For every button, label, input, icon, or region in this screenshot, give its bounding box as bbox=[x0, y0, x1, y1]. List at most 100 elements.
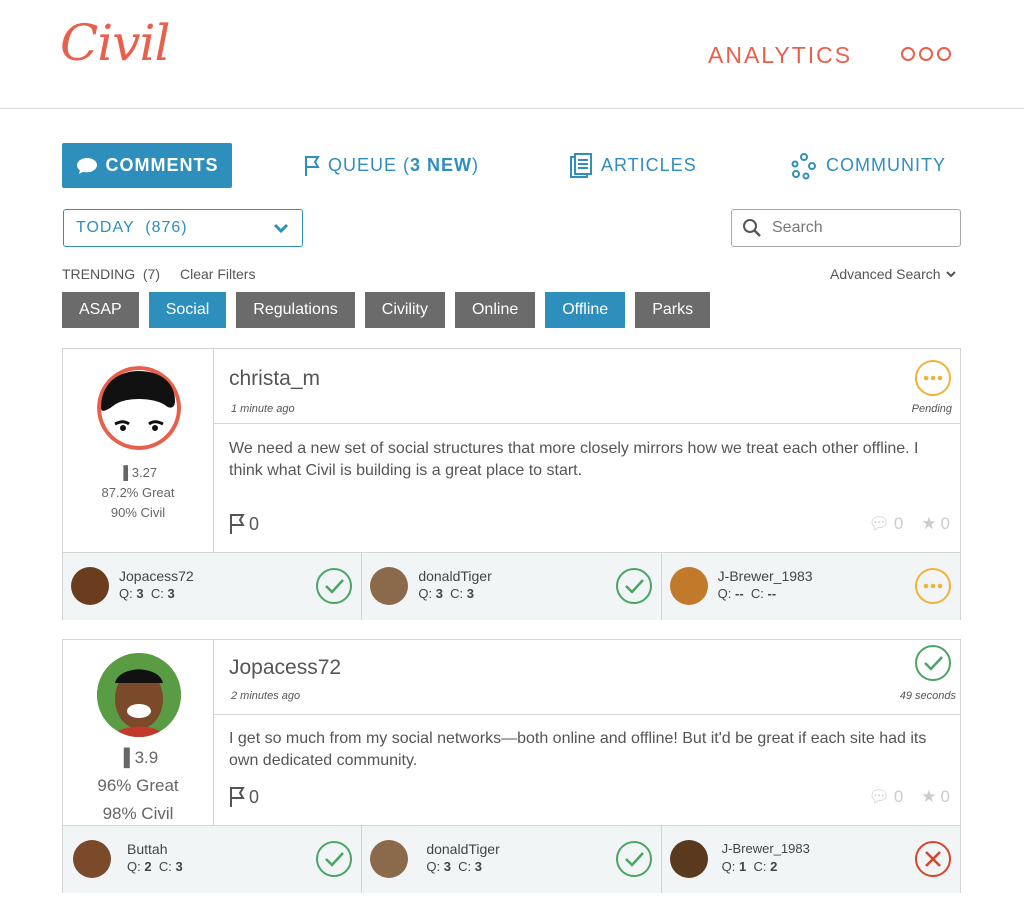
flag-icon bbox=[305, 155, 320, 176]
reviewer-scores: Q: 3 C: 3 bbox=[426, 859, 483, 874]
avatar[interactable] bbox=[97, 653, 181, 737]
approved-check-icon[interactable] bbox=[914, 644, 952, 687]
search-icon bbox=[743, 219, 761, 237]
comment-card: ▐ 3.27 87.2% Great 90% Civil christa_m 1… bbox=[62, 348, 961, 620]
clear-filters-link[interactable]: Clear Filters bbox=[180, 266, 255, 282]
approved-check-icon bbox=[315, 840, 353, 883]
reviewer-scores: Q: 3 C: 3 bbox=[119, 586, 175, 601]
date-range-select[interactable]: TODAY (876) bbox=[63, 209, 303, 247]
avatar bbox=[669, 567, 708, 605]
analytics-link[interactable]: ANALYTICS bbox=[708, 42, 852, 69]
star-count[interactable]: ★ 0 bbox=[921, 787, 950, 807]
comment-meta: 💬︎ 0 ★ 0 bbox=[868, 514, 950, 534]
reviewer-scores: Q: 3 C: 3 bbox=[418, 586, 475, 601]
tag-civility[interactable]: Civility bbox=[364, 292, 445, 328]
tag-asap[interactable]: ASAP bbox=[62, 292, 139, 328]
great-percentage: 96% Great bbox=[97, 776, 179, 795]
score: ▐ 3.27 bbox=[118, 465, 158, 480]
tab-community[interactable]: COMMUNITY bbox=[790, 143, 946, 188]
approved-check-icon bbox=[615, 567, 653, 610]
comment-status: Pending bbox=[911, 403, 952, 415]
flag-icon bbox=[230, 514, 245, 534]
comment-author[interactable]: Jopacess72 bbox=[229, 656, 341, 680]
review-duration: 49 seconds bbox=[899, 690, 956, 702]
reviewer-list: Buttah Q: 2 C: 3 donaldTiger Q: 3 C: 3 J… bbox=[63, 825, 960, 893]
tab-community-label: COMMUNITY bbox=[826, 155, 946, 175]
advanced-search-toggle[interactable]: Advanced Search bbox=[830, 266, 957, 282]
civil-percentage: 98% Civil bbox=[102, 804, 174, 823]
reviewer-list: Jopacess72 Q: 3 C: 3 donaldTiger Q: 3 C:… bbox=[63, 552, 960, 620]
reviewer-item[interactable]: J-Brewer_1983 Q: -- C: -- bbox=[662, 553, 960, 620]
reviewer-name: Buttah bbox=[127, 841, 168, 857]
reviewer-name: Jopacess72 bbox=[119, 568, 194, 584]
author-panel: ▐ 3.9 96% Great 98% Civil bbox=[63, 640, 214, 826]
approved-check-icon bbox=[315, 567, 353, 610]
comment-body: I get so much from my social networks—bo… bbox=[229, 730, 927, 769]
pending-icon bbox=[914, 567, 952, 610]
reviewer-scores: Q: 2 C: 3 bbox=[127, 859, 183, 874]
reply-count[interactable]: 💬︎ 0 bbox=[868, 514, 903, 534]
tag-regulations[interactable]: Regulations bbox=[236, 292, 355, 328]
queue-new-count: 3 NEW bbox=[410, 155, 473, 175]
app-header: Civil ANALYTICS bbox=[0, 0, 1024, 109]
tag-parks[interactable]: Parks bbox=[635, 292, 711, 328]
author-panel: ▐ 3.27 87.2% Great 90% Civil bbox=[63, 349, 214, 553]
bar-chart-icon: ▐ bbox=[118, 465, 129, 480]
trending-count: TRENDING (7) bbox=[62, 266, 160, 282]
reviewer-scores: Q: -- C: -- bbox=[717, 586, 777, 601]
avatar[interactable] bbox=[97, 366, 181, 450]
chevron-down-icon bbox=[945, 271, 956, 278]
tab-queue-close: ) bbox=[472, 155, 480, 175]
community-icon bbox=[791, 152, 816, 179]
reviewer-name: donaldTiger bbox=[418, 568, 492, 584]
star-icon: ★ bbox=[921, 514, 937, 533]
rejected-x-icon bbox=[914, 840, 952, 883]
civil-percentage: 90% Civil bbox=[110, 505, 166, 520]
reviewer-name: J-Brewer_1983 bbox=[721, 841, 810, 856]
search-input[interactable] bbox=[770, 218, 944, 238]
reviewer-name: J-Brewer_1983 bbox=[717, 568, 813, 584]
reply-count[interactable]: 💬︎ 0 bbox=[868, 787, 903, 807]
date-range-value: TODAY (876) bbox=[76, 219, 188, 236]
reviewer-item[interactable]: Buttah Q: 2 C: 3 bbox=[63, 826, 363, 893]
star-icon: ★ bbox=[921, 787, 937, 806]
speech-bubble-icon bbox=[76, 157, 97, 174]
civil-logo[interactable]: Civil bbox=[60, 14, 170, 72]
approved-check-icon bbox=[615, 840, 653, 883]
search-box[interactable] bbox=[731, 209, 961, 247]
flag-count[interactable]: 0 bbox=[229, 786, 259, 808]
author-stats: ▐ 3.27 87.2% Great 90% Civil bbox=[63, 463, 213, 523]
reviewer-item[interactable]: Jopacess72 Q: 3 C: 3 bbox=[63, 553, 363, 620]
tab-articles-label: ARTICLES bbox=[601, 155, 697, 175]
tag-offline[interactable]: Offline bbox=[545, 292, 626, 328]
speech-bubble-icon: 💬︎ bbox=[868, 787, 890, 806]
tab-comments-label: COMMENTS bbox=[105, 155, 219, 175]
reviewer-item[interactable]: donaldTiger Q: 3 C: 3 bbox=[362, 553, 662, 620]
avatar bbox=[370, 567, 409, 605]
comment-author[interactable]: christa_m bbox=[229, 367, 320, 391]
reviewer-item[interactable]: donaldTiger Q: 3 C: 3 bbox=[362, 826, 662, 893]
comment-body: We need a new set of social structures t… bbox=[229, 440, 919, 479]
reviewer-item[interactable]: J-Brewer_1983 Q: 1 C: 2 bbox=[662, 826, 960, 893]
comment-meta: 💬︎ 0 ★ 0 bbox=[868, 787, 950, 807]
comment-content: christa_m 1 minute ago Pending We need a… bbox=[213, 349, 960, 553]
tab-queue[interactable]: QUEUE (3 NEW) bbox=[304, 143, 479, 188]
flag-count[interactable]: 0 bbox=[229, 513, 259, 535]
tab-comments[interactable]: COMMENTS bbox=[62, 143, 232, 188]
tab-articles[interactable]: ARTICLES bbox=[569, 143, 697, 188]
avatar bbox=[370, 840, 409, 878]
comment-time: 2 minutes ago bbox=[231, 690, 301, 702]
comment-card: ▐ 3.9 96% Great 98% Civil Jopacess72 2 m… bbox=[62, 639, 961, 893]
pending-icon[interactable] bbox=[914, 359, 952, 402]
speech-bubble-icon: 💬︎ bbox=[868, 514, 890, 533]
avatar bbox=[73, 840, 111, 878]
tag-social[interactable]: Social bbox=[148, 292, 227, 328]
great-percentage: 87.2% Great bbox=[101, 485, 175, 500]
star-count[interactable]: ★ 0 bbox=[921, 514, 950, 534]
tag-online[interactable]: Online bbox=[454, 292, 536, 328]
advanced-search-label: Advanced Search bbox=[830, 266, 941, 282]
tab-queue-label: QUEUE ( bbox=[328, 155, 411, 175]
more-menu-icon[interactable] bbox=[901, 47, 951, 61]
articles-icon bbox=[570, 152, 592, 178]
author-stats: ▐ 3.9 96% Great 98% Civil bbox=[63, 744, 213, 828]
